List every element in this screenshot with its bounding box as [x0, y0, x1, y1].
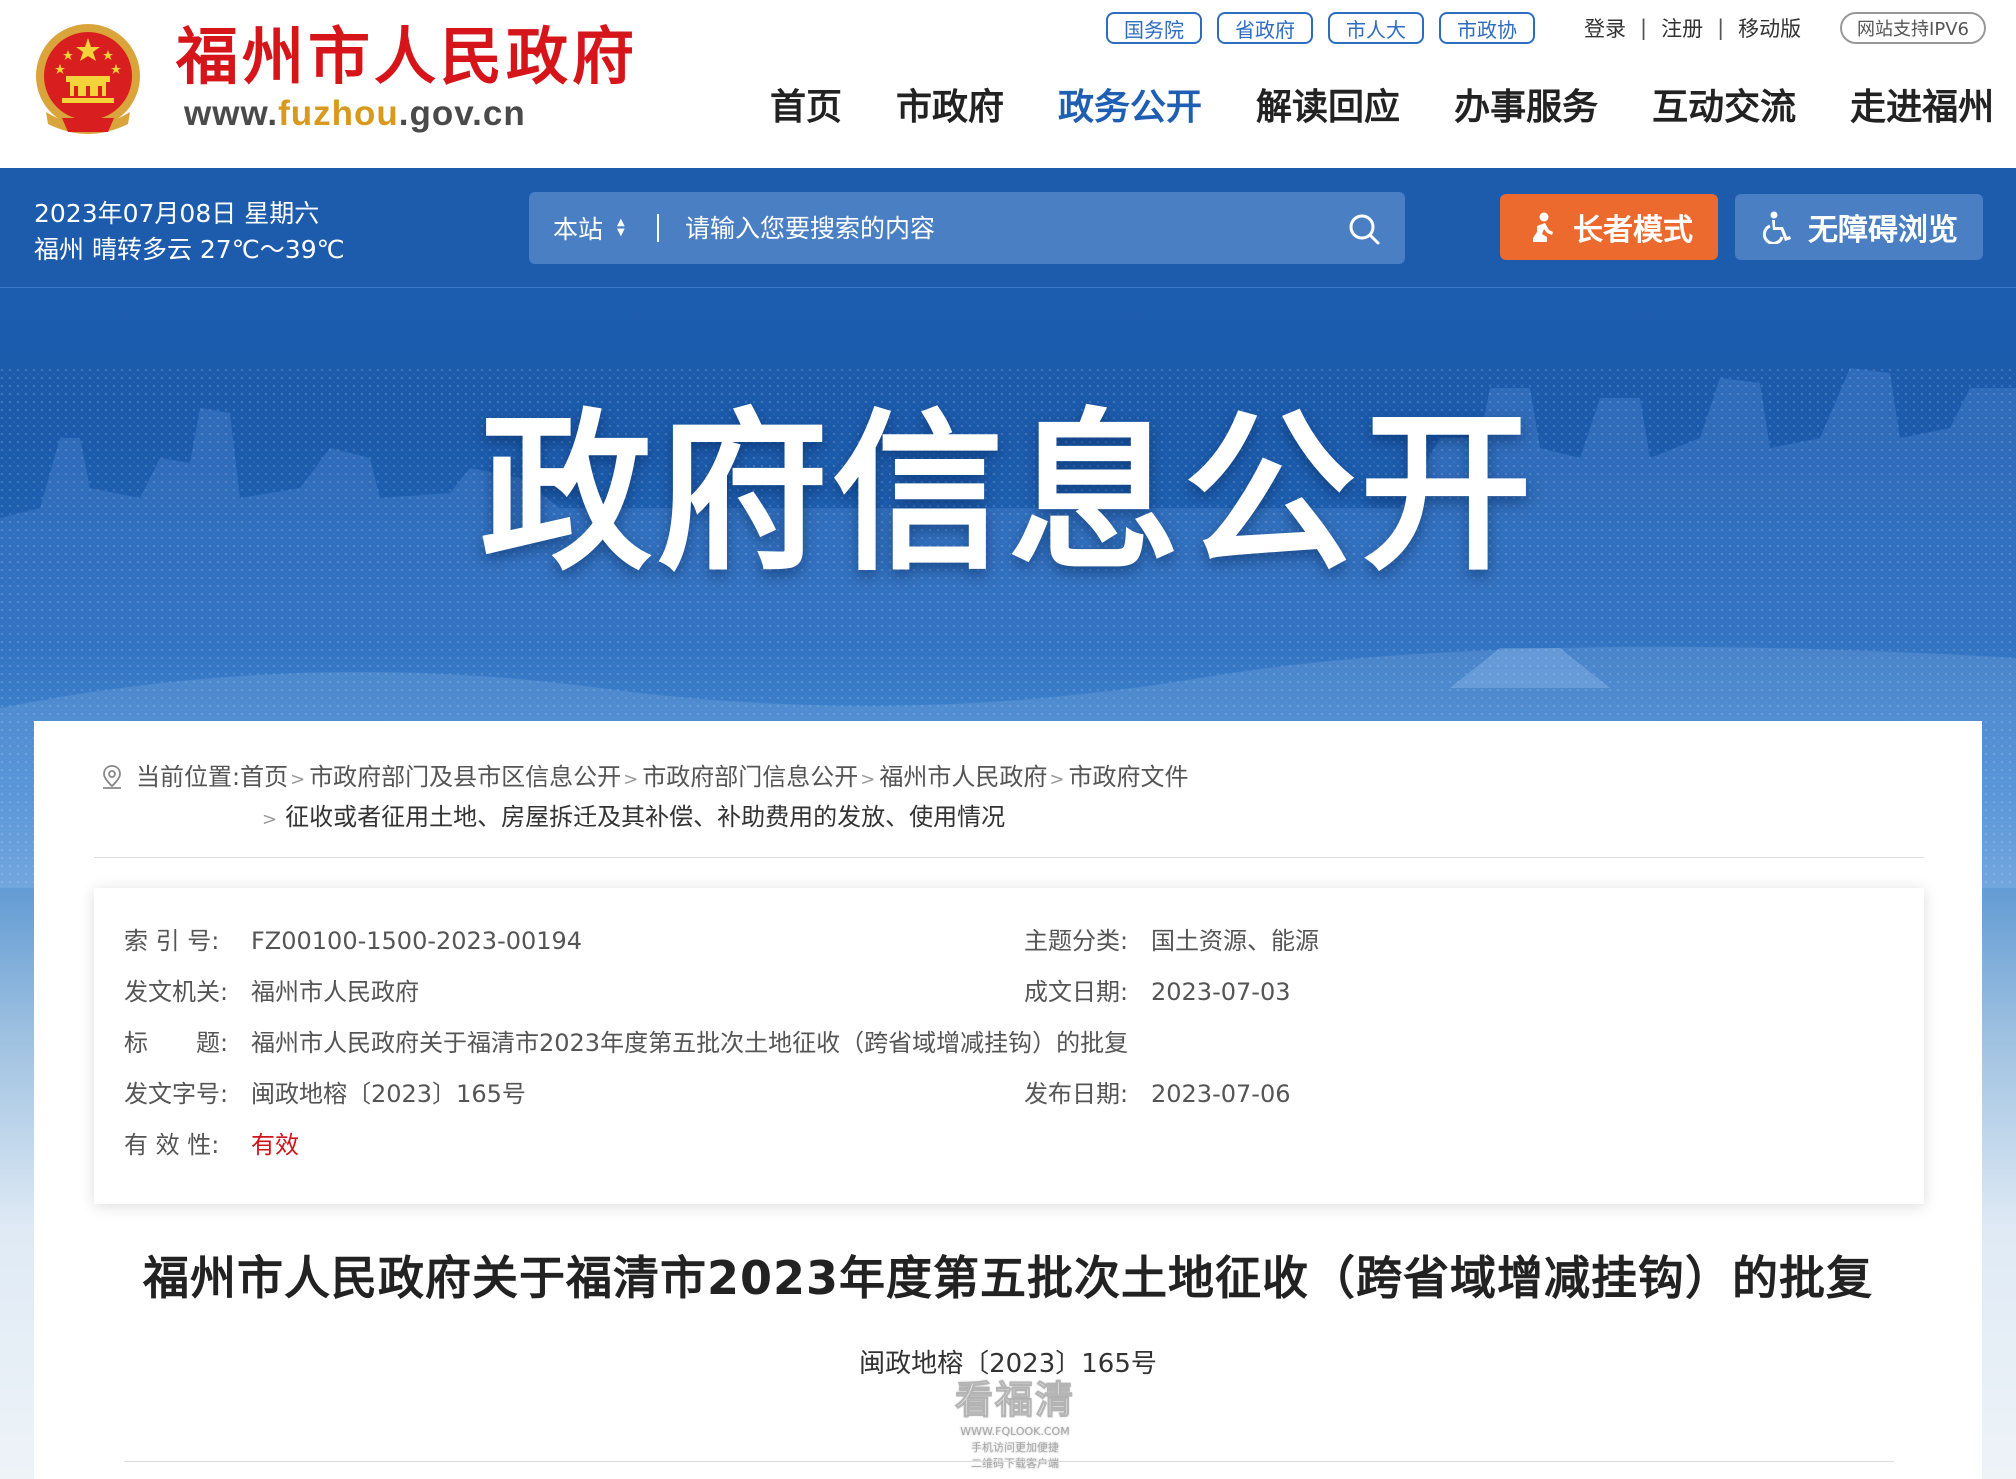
search-icon[interactable]: [1347, 212, 1381, 246]
top-link-state-council[interactable]: 国务院: [1106, 12, 1202, 44]
accessible-browse-label: 无障碍浏览: [1808, 213, 1958, 248]
site-url-suffix: .gov.cn: [398, 94, 526, 133]
ipv6-badge: 网站支持IPV6: [1840, 12, 1986, 44]
top-link-provincial-gov[interactable]: 省政府: [1217, 12, 1313, 44]
breadcrumb-separator: >: [262, 809, 278, 830]
meta-topic: 主题分类: 国土资源、能源: [1024, 921, 1319, 961]
site-url[interactable]: www.fuzhou.gov.cn: [184, 94, 526, 134]
meta-value: 福州市人民政府关于福清市2023年度第五批次土地征收（跨省域增减挂钩）的批复: [251, 1029, 1129, 1057]
meta-value: 闽政地榕〔2023〕165号: [251, 1080, 526, 1108]
watermark-brand: 看福清: [954, 1378, 1075, 1423]
accessible-browse-button[interactable]: 无障碍浏览: [1735, 194, 1983, 260]
meta-value: 国土资源、能源: [1151, 927, 1319, 955]
meta-label: 成文日期:: [1024, 978, 1129, 1006]
breadcrumb-separator: >: [623, 769, 639, 790]
search-scope-select[interactable]: 本站 ▲ ▼: [553, 192, 625, 264]
site-header: 福州市人民政府 www.fuzhou.gov.cn 国务院 省政府 市人大 市政…: [0, 0, 2016, 168]
meta-label: 索 引 号:: [124, 927, 220, 955]
watermark-tagline: 二维码下载客户端: [971, 1457, 1059, 1470]
meta-created-date: 成文日期: 2023-07-03: [1024, 972, 1290, 1012]
select-caret-icon: ▲ ▼: [617, 217, 625, 238]
breadcrumb-separator: >: [860, 769, 876, 790]
breadcrumb-dept-info[interactable]: 市政府部门信息公开: [642, 763, 858, 791]
nav-interpretation[interactable]: 解读回应: [1256, 80, 1400, 136]
meta-label: 发文字号:: [124, 1080, 229, 1108]
site-url-prefix: www.: [184, 94, 279, 133]
meta-index-no: 索 引 号: FZ00100-1500-2023-00194: [124, 921, 582, 961]
register-link[interactable]: 注册: [1661, 13, 1703, 43]
breadcrumb-city-documents[interactable]: 市政府文件: [1068, 763, 1188, 791]
meta-issuer: 发文机关: 福州市人民政府: [124, 972, 419, 1012]
meta-label: 有 效 性:: [124, 1131, 220, 1159]
national-emblem-icon[interactable]: [32, 20, 144, 138]
meta-label: 主题分类:: [1024, 927, 1129, 955]
elder-mode-button[interactable]: 长者模式: [1500, 194, 1718, 260]
document-title: 福州市人民政府关于福清市2023年度第五批次土地征收（跨省域增减挂钩）的批复: [142, 1251, 1874, 1305]
search-box: 本站 ▲ ▼: [529, 192, 1405, 264]
content-panel: 当前位置:首页 > 市政府部门及县市区信息公开 > 市政府部门信息公开 > 福州市人民政府 >…: [34, 721, 1982, 1479]
weather: 福州 晴转多云 27℃～39℃: [34, 235, 345, 264]
meta-value: 福州市人民政府: [251, 978, 419, 1006]
validity-status: 有效: [251, 1131, 299, 1159]
separator: |: [1717, 16, 1725, 40]
breadcrumb-separator: >: [290, 769, 306, 790]
nav-services[interactable]: 办事服务: [1454, 80, 1598, 136]
search-divider: [657, 214, 659, 242]
account-links: 登录 | 注册 | 移动版: [1584, 12, 1801, 44]
document-meta-card: 索 引 号: FZ00100-1500-2023-00194 主题分类: 国土资源、…: [94, 888, 1924, 1204]
watermark-url: WWW.FQLOOK.COM: [960, 1425, 1070, 1438]
top-links: 国务院 省政府 市人大 市政协: [1106, 12, 1535, 44]
meta-label: 标 题:: [124, 1029, 229, 1057]
nav-city-government[interactable]: 市政府: [896, 80, 1004, 136]
breadcrumb-city-government[interactable]: 福州市人民政府: [879, 763, 1047, 791]
main-nav: 首页 市政府 政务公开 解读回应 办事服务 互动交流 走进福州: [770, 80, 1994, 136]
search-scope-value: 本站: [553, 215, 604, 244]
mobile-version-link[interactable]: 移动版: [1738, 13, 1801, 43]
meta-value: FZ00100-1500-2023-00194: [251, 927, 583, 955]
meta-doc-number: 发文字号: 闽政地榕〔2023〕165号: [124, 1074, 526, 1114]
elder-icon: [1533, 212, 1553, 242]
site-url-highlight: fuzhou: [278, 94, 399, 133]
current-date: 2023年07月08日 星期六: [34, 199, 320, 228]
breadcrumb-current[interactable]: 征收或者征用土地、房屋拆迁及其补偿、补助费用的发放、使用情况: [285, 803, 1005, 831]
breadcrumb-home[interactable]: 首页: [240, 763, 288, 791]
elder-mode-label: 长者模式: [1573, 213, 1693, 248]
watermark-tagline: 手机访问更加便捷: [971, 1441, 1059, 1454]
separator: |: [1640, 16, 1648, 40]
divider: [124, 1461, 1894, 1462]
breadcrumb: 当前位置:首页 > 市政府部门及县市区信息公开 > 市政府部门信息公开 > 福州市人民政府 >…: [100, 757, 1500, 800]
nav-interaction[interactable]: 互动交流: [1652, 80, 1796, 136]
meta-validity: 有 效 性: 有效: [124, 1125, 299, 1165]
info-bar: 2023年07月08日 星期六 福州 晴转多云 27℃～39℃ 本站 ▲▼ 长者…: [0, 168, 2016, 288]
breadcrumb-prefix: 当前位置:: [136, 763, 241, 791]
nav-home[interactable]: 首页: [770, 80, 842, 136]
nav-government-affairs[interactable]: 政务公开: [1058, 80, 1202, 136]
site-name[interactable]: 福州市人民政府: [176, 22, 638, 92]
login-link[interactable]: 登录: [1584, 13, 1626, 43]
search-input[interactable]: [685, 192, 1325, 264]
nav-about-fuzhou[interactable]: 走进福州: [1850, 80, 1994, 136]
meta-value: 2023-07-03: [1151, 978, 1291, 1006]
wheelchair-icon: [1762, 211, 1791, 244]
meta-title: 标 题: 福州市人民政府关于福清市2023年度第五批次土地征收（跨省域增减挂钩）的…: [124, 1023, 1128, 1063]
banner-title: 政府信息公开: [480, 393, 1536, 594]
meta-published-date: 发布日期: 2023-07-06: [1024, 1074, 1290, 1114]
watermark: 看福清 WWW.FQLOOK.COM 手机访问更加便捷 二维码下载客户端: [940, 1369, 1090, 1472]
meta-value: 2023-07-06: [1151, 1080, 1291, 1108]
breadcrumb-separator: >: [1049, 769, 1065, 790]
breadcrumb-dept-county[interactable]: 市政府部门及县市区信息公开: [309, 763, 621, 791]
top-link-cppcc[interactable]: 市政协: [1439, 12, 1535, 44]
meta-label: 发文机关:: [124, 978, 229, 1006]
location-pin-icon: [103, 765, 121, 789]
meta-label: 发布日期:: [1024, 1080, 1129, 1108]
top-link-peoples-congress[interactable]: 市人大: [1328, 12, 1424, 44]
divider: [94, 857, 1924, 858]
breadcrumb-current-line: > 征收或者征用土地、房屋拆迁及其补偿、补助费用的发放、使用情况: [262, 797, 1005, 840]
